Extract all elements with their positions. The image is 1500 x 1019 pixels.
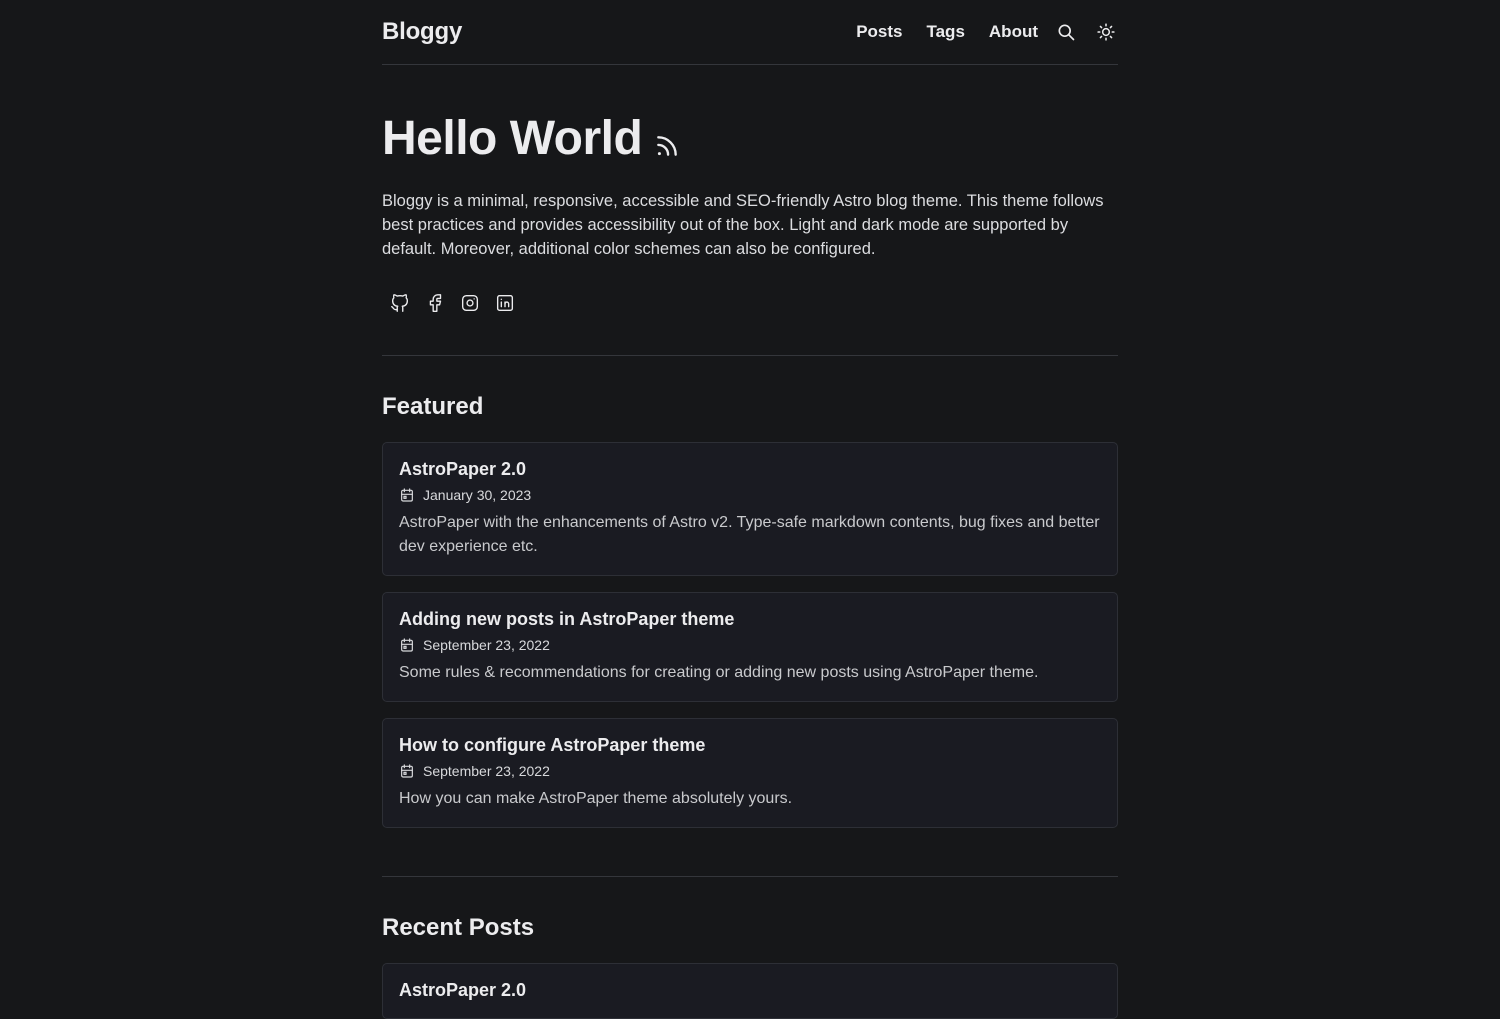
page: Bloggy Posts Tags About Hello World Blog… (382, 0, 1118, 1019)
recent-posts-heading: Recent Posts (382, 914, 535, 941)
featured-section: Featured AstroPaper 2.0 January 30, 2023… (382, 356, 1118, 877)
post-date-text: September 23, 2022 (423, 637, 550, 653)
nav-posts-link[interactable]: Posts (856, 22, 902, 42)
post-description: Some rules & recommendations for creatin… (399, 664, 1039, 681)
post-date-text: September 23, 2022 (423, 763, 550, 779)
instagram-link[interactable] (458, 291, 482, 315)
post-date: January 30, 2023 (399, 487, 1101, 503)
hero-description: Bloggy is a minimal, responsive, accessi… (382, 192, 1104, 258)
github-icon (391, 294, 409, 312)
rss-icon (657, 136, 678, 156)
post-description: AstroPaper with the enhancements of Astr… (399, 514, 1100, 555)
sun-icon (1097, 23, 1115, 41)
post-title-link[interactable]: AstroPaper 2.0 (399, 457, 1101, 481)
linkedin-icon (496, 294, 514, 312)
site-brand-link[interactable]: Bloggy (382, 18, 462, 46)
post-date: September 23, 2022 (399, 637, 1101, 653)
post-card: AstroPaper 2.0 (382, 963, 1118, 1019)
hero-title: Hello World (382, 112, 643, 165)
rss-feed-link[interactable] (654, 133, 680, 159)
social-links (382, 291, 1118, 315)
hero-section: Hello World Bloggy is a minimal, respons… (382, 65, 1118, 356)
post-title-link[interactable]: How to configure AstroPaper theme (399, 733, 1101, 757)
main-nav: Posts Tags About (856, 20, 1118, 44)
post-card: Adding new posts in AstroPaper theme Sep… (382, 592, 1118, 702)
post-date-text: January 30, 2023 (423, 487, 532, 503)
search-button[interactable] (1054, 20, 1078, 44)
post-title-link[interactable]: AstroPaper 2.0 (399, 978, 1101, 1002)
hero-title-row: Hello World (382, 113, 1118, 165)
facebook-link[interactable] (423, 291, 447, 315)
calendar-icon (401, 764, 413, 778)
featured-heading: Featured (382, 393, 484, 420)
recent-posts-section: Recent Posts AstroPaper 2.0 (382, 877, 1118, 1019)
post-title-link[interactable]: Adding new posts in AstroPaper theme (399, 607, 1101, 631)
post-description: How you can make AstroPaper theme absolu… (399, 790, 793, 807)
calendar-icon (401, 488, 413, 502)
post-date: September 23, 2022 (399, 763, 1101, 779)
site-header: Bloggy Posts Tags About (382, 0, 1118, 65)
theme-toggle-button[interactable] (1094, 20, 1118, 44)
nav-about-link[interactable]: About (989, 22, 1038, 42)
post-card: How to configure AstroPaper theme Septem… (382, 718, 1118, 828)
instagram-icon (461, 294, 479, 312)
linkedin-link[interactable] (493, 291, 517, 315)
post-card: AstroPaper 2.0 January 30, 2023 AstroPap… (382, 442, 1118, 576)
search-icon (1058, 24, 1075, 41)
calendar-icon (401, 638, 413, 652)
github-link[interactable] (388, 291, 412, 315)
nav-tags-link[interactable]: Tags (926, 22, 964, 42)
facebook-icon (429, 294, 442, 312)
